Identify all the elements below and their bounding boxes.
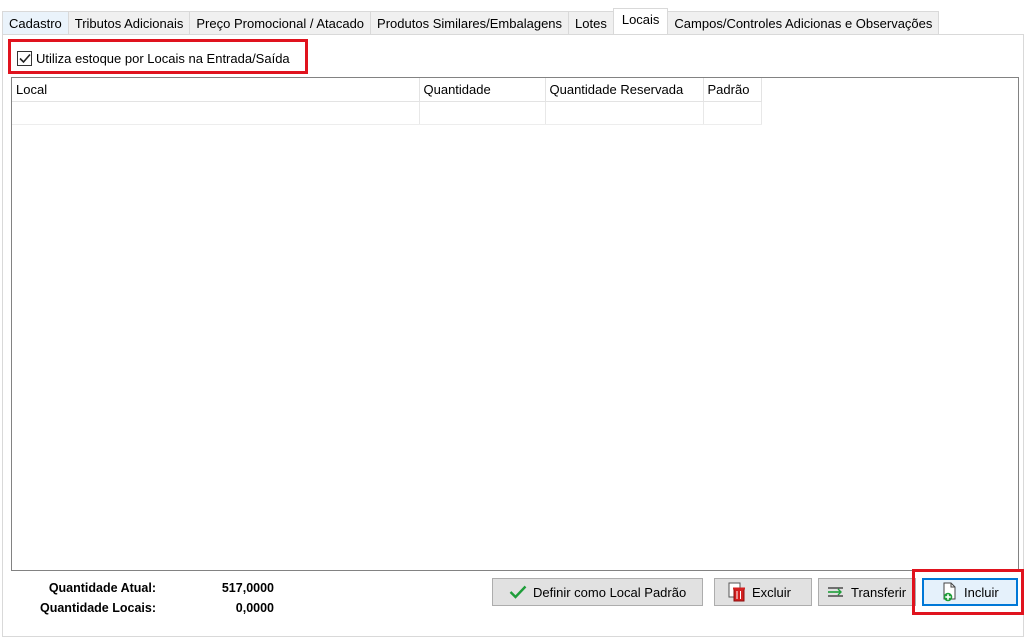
check-icon <box>509 585 527 599</box>
checkbox-box[interactable] <box>17 50 32 66</box>
column-header-quantidade-reservada[interactable]: Quantidade Reservada <box>545 78 704 102</box>
tab-strip: Cadastro Tributos Adicionais Preço Promo… <box>2 8 940 34</box>
grid-header-row: Local Quantidade Quantidade Reservada Pa… <box>12 78 762 102</box>
utiliza-estoque-checkbox[interactable]: Utiliza estoque por Locais na Entrada/Sa… <box>17 48 290 68</box>
checkmark-icon <box>18 53 31 63</box>
table-cell[interactable] <box>703 101 762 125</box>
table-row[interactable] <box>12 101 762 125</box>
quantidade-atual-label: Quantidade Atual: <box>48 581 156 595</box>
definir-local-padrao-button[interactable]: Definir como Local Padrão <box>492 578 703 606</box>
column-header-local[interactable]: Local <box>12 78 420 102</box>
definir-label: Definir como Local Padrão <box>533 584 687 600</box>
locais-table: Local Quantidade Quantidade Reservada Pa… <box>12 78 762 125</box>
tab-cadastro[interactable]: Cadastro <box>2 11 69 34</box>
quantidade-locais-row: Quantidade Locais: 0,0000 <box>11 598 274 618</box>
table-cell[interactable] <box>12 101 420 125</box>
tab-preco-promocional[interactable]: Preço Promocional / Atacado <box>189 11 372 34</box>
column-header-quantidade[interactable]: Quantidade <box>419 78 546 102</box>
excluir-button[interactable]: Excluir <box>714 578 812 606</box>
quantidade-atual-value: 517,0000 <box>221 581 274 595</box>
tab-locais[interactable]: Locais <box>612 8 669 34</box>
tab-tributos-adicionais[interactable]: Tributos Adicionais <box>67 11 191 34</box>
table-cell[interactable] <box>545 101 704 125</box>
transferir-label: Transferir <box>851 584 907 600</box>
excluir-label: Excluir <box>752 584 792 600</box>
quantity-summary: Quantidade Atual: 517,0000 Quantidade Lo… <box>11 578 274 618</box>
trash-icon <box>728 582 746 602</box>
quantidade-locais-value: 0,0000 <box>235 601 274 615</box>
transfer-icon <box>827 585 845 599</box>
quantidade-atual-row: Quantidade Atual: 517,0000 <box>11 578 274 598</box>
tab-lotes[interactable]: Lotes <box>568 11 614 34</box>
add-document-icon <box>942 582 958 602</box>
table-cell[interactable] <box>419 101 546 125</box>
tab-campos-controles[interactable]: Campos/Controles Adicionas e Observações <box>667 11 940 34</box>
tab-produtos-similares[interactable]: Produtos Similares/Embalagens <box>370 11 570 34</box>
incluir-label: Incluir <box>964 584 999 600</box>
checkbox-label: Utiliza estoque por Locais na Entrada/Sa… <box>36 50 290 66</box>
quantidade-locais-label: Quantidade Locais: <box>40 601 156 615</box>
locais-grid[interactable]: Local Quantidade Quantidade Reservada Pa… <box>11 77 1019 571</box>
column-header-padrao[interactable]: Padrão <box>703 78 762 102</box>
incluir-button[interactable]: Incluir <box>922 578 1018 606</box>
transferir-button[interactable]: Transferir <box>818 578 916 606</box>
